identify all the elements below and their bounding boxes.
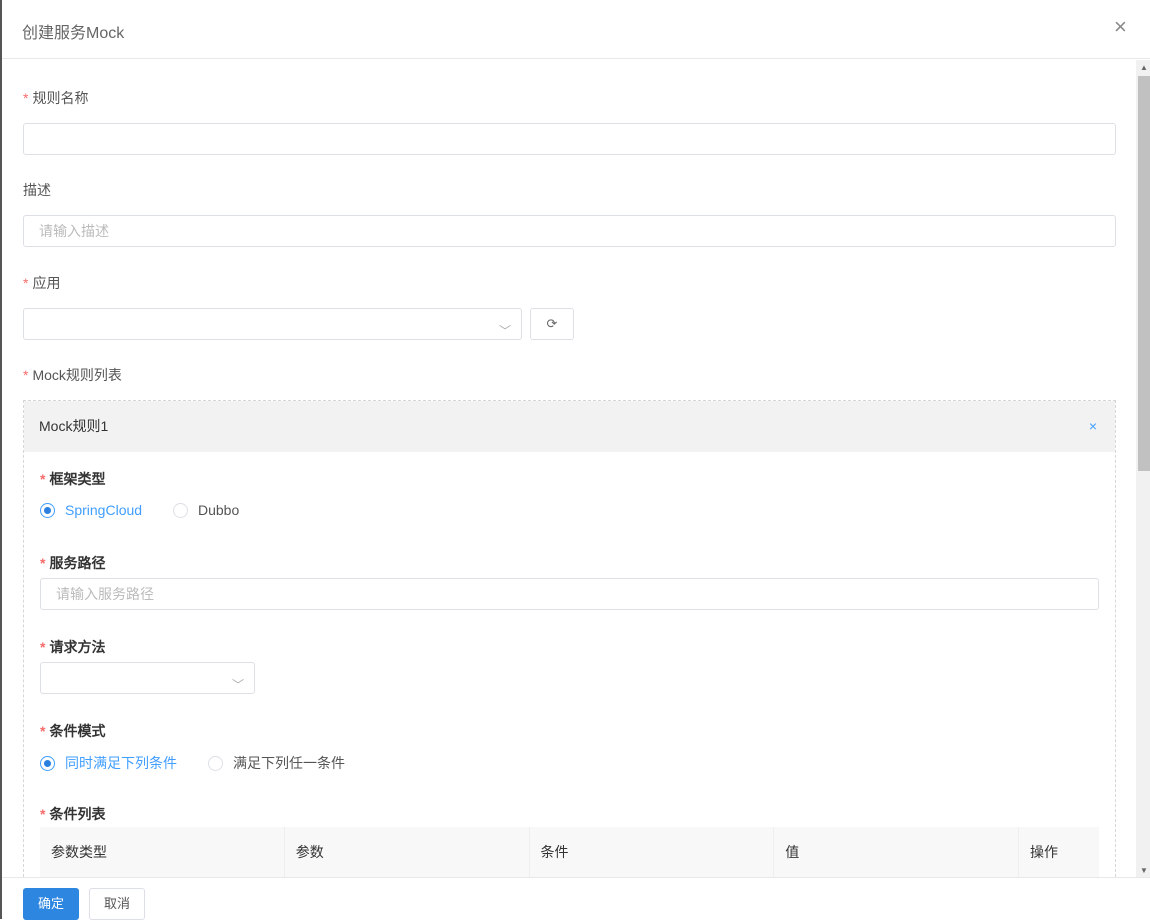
service-path-label: * 服务路径 bbox=[40, 555, 106, 571]
scrollbar-thumb[interactable] bbox=[1138, 76, 1150, 471]
method-label: * 请求方法 bbox=[40, 639, 106, 655]
refresh-icon: ⟳ bbox=[546, 316, 558, 331]
dialog-header: 创建服务Mock × bbox=[2, 0, 1150, 59]
chevron-down-icon: ﹀ bbox=[231, 678, 244, 692]
conditions-label: * 条件列表 bbox=[40, 806, 106, 822]
column-header: 参数类型 bbox=[40, 827, 285, 877]
app-select[interactable]: ﹀ bbox=[23, 308, 522, 340]
radio-unchecked-icon bbox=[173, 502, 188, 518]
dialog-footer: 确定 取消 bbox=[2, 877, 1150, 920]
radio-checked-icon bbox=[40, 755, 55, 771]
framework-label: * 框架类型 bbox=[40, 471, 106, 487]
mock-rule-card: Mock规则1 × * 框架类型 SpringCloud Dubbo * 服务路径 … bbox=[23, 400, 1116, 877]
column-header: 操作 bbox=[1030, 844, 1058, 860]
close-icon[interactable]: × bbox=[1114, 16, 1127, 38]
remove-rule-icon[interactable]: × bbox=[1089, 401, 1097, 452]
column-header: 条件 bbox=[530, 827, 775, 877]
refresh-button[interactable]: ⟳ bbox=[530, 308, 574, 340]
chevron-down-icon: ﹀ bbox=[498, 324, 511, 338]
description-label: 描述 bbox=[23, 182, 51, 198]
rule-name-label: * 规则名称 bbox=[23, 90, 89, 106]
radio-checked-icon bbox=[40, 502, 55, 518]
scroll-up-icon[interactable]: ▲ bbox=[1140, 63, 1148, 72]
method-select[interactable]: ﹀ bbox=[40, 662, 255, 694]
description-input[interactable]: 请输入描述 bbox=[23, 215, 1116, 247]
radio-match-all[interactable]: 同时满足下列条件 bbox=[40, 753, 177, 773]
mock-rule-header: Mock规则1 × bbox=[24, 401, 1115, 452]
scrollbar[interactable]: ▲ ▼ bbox=[1136, 60, 1150, 877]
app-label: * 应用 bbox=[23, 275, 61, 291]
radio-match-any[interactable]: 满足下列任一条件 bbox=[208, 753, 345, 773]
mock-list-label: * Mock规则列表 bbox=[23, 367, 122, 383]
conditions-table-header: 参数类型 参数 条件 值 操作 bbox=[40, 827, 1099, 877]
confirm-button[interactable]: 确定 bbox=[23, 888, 79, 920]
cancel-button[interactable]: 取消 bbox=[89, 888, 145, 920]
service-path-input[interactable]: 请输入服务路径 bbox=[40, 578, 1099, 610]
rule-name-input[interactable] bbox=[23, 123, 1116, 155]
column-header: 值 bbox=[774, 827, 1019, 877]
mock-rule-title: Mock规则1 bbox=[39, 418, 109, 434]
radio-dubbo[interactable]: Dubbo bbox=[173, 502, 239, 518]
radio-unchecked-icon bbox=[208, 755, 223, 771]
dialog-body: * 规则名称 描述 请输入描述 * 应用 ﹀ ⟳ * Mock规则列表 Mock规则1… bbox=[2, 60, 1135, 877]
dialog-title: 创建服务Mock bbox=[22, 25, 125, 42]
condition-mode-label: * 条件模式 bbox=[40, 723, 106, 739]
radio-springcloud[interactable]: SpringCloud bbox=[40, 502, 142, 518]
scroll-down-icon[interactable]: ▼ bbox=[1140, 866, 1148, 875]
column-header: 参数 bbox=[285, 827, 530, 877]
